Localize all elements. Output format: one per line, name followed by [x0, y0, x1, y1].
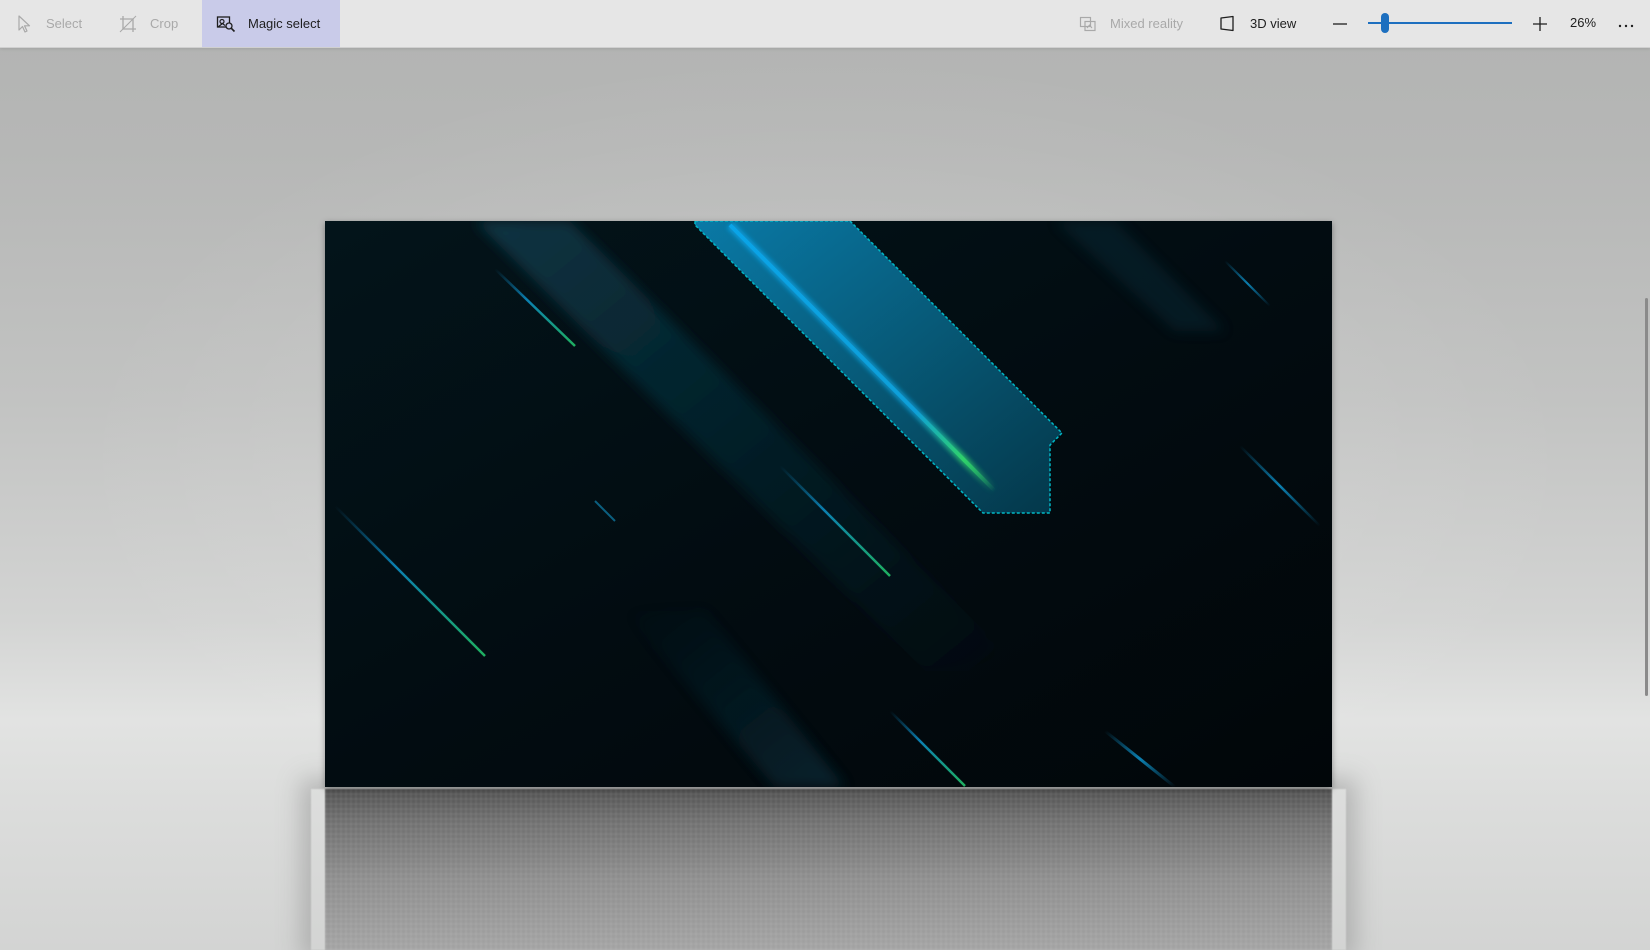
magic-select-tool-button[interactable]: Magic select — [202, 0, 340, 47]
plus-icon — [1530, 17, 1550, 38]
top-toolbar: Select Crop Magic select Mixed reality 3… — [0, 0, 1650, 48]
canvas-floor-reflection — [325, 789, 1332, 950]
3d-view-icon — [1218, 14, 1238, 34]
crop-icon — [118, 14, 138, 34]
zoom-slider[interactable] — [1368, 13, 1512, 33]
minus-icon — [1330, 21, 1350, 38]
crop-tool-button[interactable]: Crop — [118, 0, 188, 47]
select-tool-label: Select — [46, 16, 83, 31]
zoom-slider-track — [1368, 22, 1512, 24]
more-ellipsis-icon — [1618, 15, 1634, 33]
paint-canvas[interactable] — [325, 221, 1332, 787]
zoom-in-button[interactable] — [1530, 14, 1550, 34]
mixed-reality-button[interactable]: Mixed reality — [1078, 0, 1183, 47]
more-options-button[interactable] — [1614, 12, 1638, 36]
select-tool-button[interactable]: Select — [14, 0, 92, 47]
crop-tool-label: Crop — [150, 16, 179, 31]
magic-select-icon — [216, 14, 236, 34]
3d-view-button[interactable]: 3D view — [1218, 0, 1296, 47]
zoom-slider-thumb[interactable] — [1381, 13, 1390, 33]
zoom-out-button[interactable] — [1330, 14, 1350, 34]
magic-select-tool-label: Magic select — [248, 16, 321, 31]
mixed-reality-label: Mixed reality — [1110, 16, 1183, 31]
vertical-scrollbar-thumb[interactable] — [1645, 298, 1648, 696]
zoom-percentage: 26% — [1570, 15, 1597, 30]
3d-view-label: 3D view — [1250, 16, 1297, 31]
cursor-arrow-icon — [14, 14, 34, 34]
mixed-reality-icon — [1078, 14, 1098, 34]
